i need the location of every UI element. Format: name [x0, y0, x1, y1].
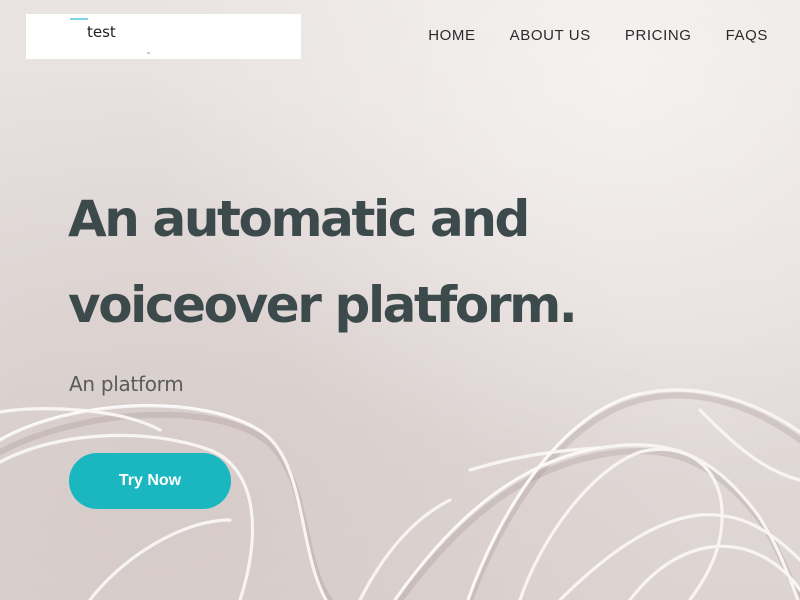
nav-item-about-us[interactable]: ABOUT US — [510, 27, 591, 45]
nav-item-home[interactable]: HOME — [428, 27, 475, 45]
nav-item-pricing[interactable]: PRICING — [625, 27, 692, 45]
hero-subheadline: An platform — [69, 372, 184, 396]
logo-text: test — [87, 23, 116, 41]
logo-dot-icon — [147, 52, 150, 54]
nav-item-faqs[interactable]: FAQS — [726, 27, 768, 45]
try-now-button[interactable]: Try Now — [69, 453, 231, 509]
hero-headline: An automatic and voiceover platform. — [68, 190, 578, 334]
main-navigation: HOME ABOUT US PRICING FAQS — [394, 27, 768, 45]
logo-mark-icon — [70, 18, 88, 20]
site-logo[interactable]: test — [26, 14, 301, 59]
